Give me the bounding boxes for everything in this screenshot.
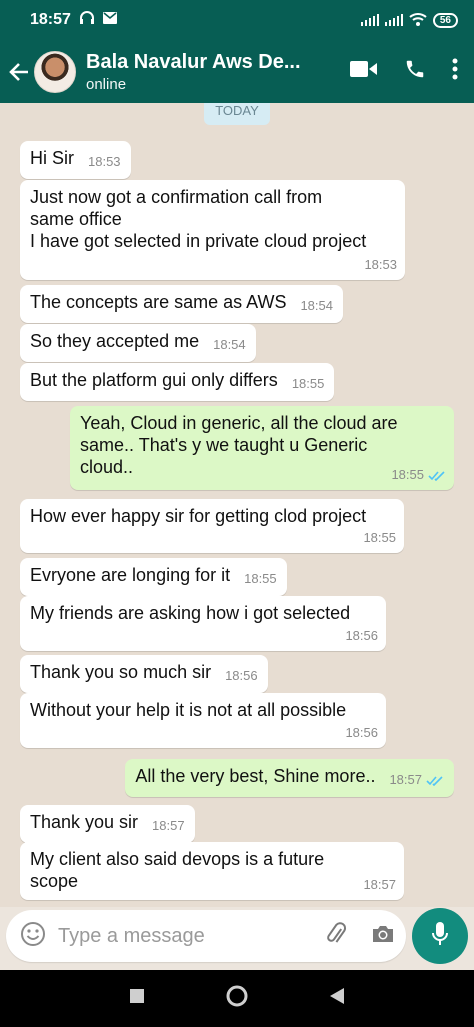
message-text: Yeah, Cloud in generic, all the cloud ar…: [80, 413, 398, 477]
attach-icon[interactable]: [323, 921, 349, 952]
more-vert-icon[interactable]: [452, 58, 458, 85]
status-bar: 18:57 56: [0, 0, 474, 40]
contact-name[interactable]: Bala Navalur Aws De...: [86, 51, 311, 74]
message-time: 18:54: [213, 337, 246, 352]
message-bubble[interactable]: My friends are asking how i got selected…: [20, 596, 386, 651]
signal-icon: [360, 14, 379, 26]
message-time: 18:54: [300, 298, 333, 313]
video-call-icon[interactable]: [350, 60, 378, 83]
mic-button[interactable]: [412, 908, 468, 964]
message-text: Hi Sir: [30, 148, 74, 168]
battery-level: 56: [439, 14, 451, 26]
message-text: All the very best, Shine more..: [135, 766, 376, 786]
double-check-icon: [428, 470, 445, 481]
message-time: 18:56: [345, 725, 378, 740]
message-bubble[interactable]: So they accepted me 18:54: [20, 324, 256, 362]
message-text: How ever happy sir for getting clod proj…: [30, 506, 367, 526]
double-check-icon: [426, 775, 443, 786]
message-input[interactable]: [58, 924, 323, 948]
message-text: Evryone are longing for it: [30, 565, 231, 585]
message-bubble[interactable]: Evryone are longing for it 18:55: [20, 558, 287, 596]
message-meta: 18:57: [389, 769, 444, 791]
recents-icon[interactable]: [129, 988, 145, 1009]
message-bubble[interactable]: Thank you so much sir 18:56: [20, 655, 268, 693]
message-time: 18:57: [152, 818, 185, 833]
message-time: 18:57: [363, 877, 396, 892]
chat-header: Bala Navalur Aws De... online: [0, 40, 474, 103]
message-text: Without your help it is not at all possi…: [30, 700, 347, 720]
message-text: Just now got a confirmation call from sa…: [30, 187, 367, 251]
message-meta: 18:55: [391, 464, 446, 486]
back-nav-icon[interactable]: [329, 987, 345, 1010]
message-bubble[interactable]: But the platform gui only differs 18:55: [20, 363, 335, 401]
message-text: My friends are asking how i got selected: [30, 603, 351, 623]
date-chip: TODAY: [204, 103, 270, 125]
wifi-icon: [409, 12, 427, 29]
message-bubble[interactable]: Hi Sir 18:53: [20, 141, 131, 179]
message-bubble[interactable]: How ever happy sir for getting clod proj…: [20, 499, 404, 553]
headphones-icon: [79, 10, 95, 30]
emoji-icon[interactable]: [20, 921, 46, 952]
message-text: My client also said devops is a future s…: [30, 849, 325, 891]
message-text: Thank you so much sir: [30, 662, 212, 682]
system-nav-bar: [0, 970, 474, 1027]
message-bubble[interactable]: All the very best, Shine more.. 18:57: [125, 759, 454, 797]
contact-status: online: [86, 75, 127, 93]
message-bubble[interactable]: The concepts are same as AWS 18:54: [20, 285, 343, 323]
message-bubble[interactable]: Without your help it is not at all possi…: [20, 693, 386, 748]
message-icon: [102, 11, 117, 29]
message-list[interactable]: TODAY Hi Sir 18:53 Just now got a confirm…: [0, 103, 474, 907]
message-time: 18:53: [364, 257, 397, 272]
battery-icon: 56: [432, 12, 458, 28]
phone-icon[interactable]: [404, 58, 426, 85]
camera-icon[interactable]: [371, 923, 395, 950]
compose-bar: [6, 910, 406, 962]
message-bubble[interactable]: Thank you sir 18:57: [20, 805, 195, 843]
avatar[interactable]: [34, 50, 76, 93]
message-time: 18:55: [244, 571, 277, 586]
message-bubble[interactable]: Just now got a confirmation call from sa…: [20, 180, 405, 280]
message-bubble[interactable]: My client also said devops is a future s…: [20, 842, 404, 900]
message-text: The concepts are same as AWS: [30, 292, 287, 312]
status-time: 18:57: [30, 11, 71, 28]
message-time: 18:55: [291, 376, 325, 391]
message-text: So they accepted me: [30, 331, 200, 351]
message-text: But the platform gui only differs: [30, 370, 278, 390]
message-time: 18:56: [225, 668, 258, 683]
home-icon[interactable]: [225, 984, 249, 1013]
signal-icon: [384, 14, 403, 26]
message-text: Thank you sir: [30, 812, 139, 832]
message-time: 18:55: [363, 530, 396, 545]
back-arrow-icon[interactable]: [0, 62, 34, 82]
message-time: 18:53: [88, 154, 121, 169]
message-time: 18:55: [391, 467, 424, 482]
mic-icon: [431, 921, 449, 952]
contact-info[interactable]: Bala Navalur Aws De... online: [86, 51, 350, 93]
message-time: 18:57: [389, 772, 422, 787]
message-bubble[interactable]: Yeah, Cloud in generic, all the cloud ar…: [70, 406, 454, 490]
message-time: 18:56: [345, 628, 378, 643]
